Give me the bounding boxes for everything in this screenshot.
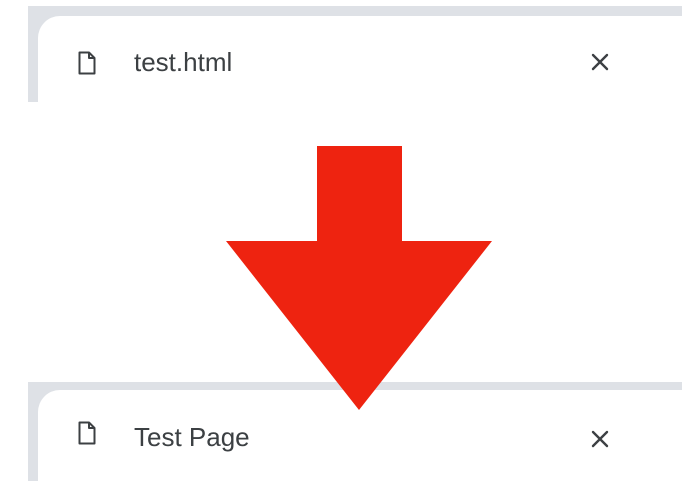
browser-tab-after[interactable]: Test Page [38,390,682,481]
file-icon [78,51,96,75]
tab-title: Test Page [134,422,250,452]
file-icon [78,421,96,445]
tab-title: test.html [134,47,233,77]
browser-tab-before[interactable]: test.html [38,16,682,102]
close-icon[interactable] [591,53,609,71]
close-icon[interactable] [591,430,609,448]
